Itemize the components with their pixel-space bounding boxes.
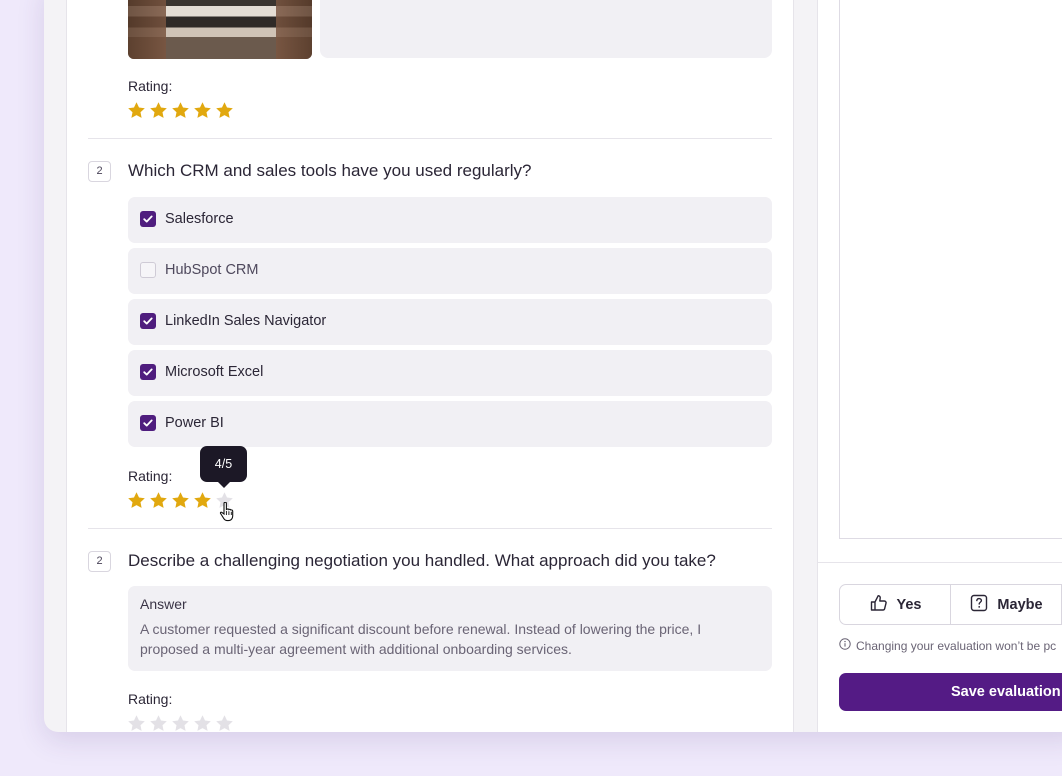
star-empty-icon[interactable] [171,714,190,732]
option-label: HubSpot CRM [165,262,259,278]
vote-yes-label: Yes [896,596,922,613]
option-label: Salesforce [165,211,234,227]
option-microsoft-excel[interactable]: Microsoft Excel [128,350,772,396]
star-filled-icon[interactable] [171,491,190,510]
star-empty-icon[interactable] [149,714,168,732]
photo-side-panel [320,0,772,58]
star-filled-icon[interactable] [149,101,168,120]
vote-yes-button[interactable]: Yes [840,585,951,624]
star-empty-icon[interactable] [127,714,146,732]
star-empty-icon[interactable] [193,714,212,732]
star-filled-icon[interactable] [193,101,212,120]
q2-rating-label: Rating: [128,468,173,484]
q1-rating-label: Rating: [128,78,173,94]
answer-text: A customer requested a significant disco… [140,621,702,657]
option-label: Microsoft Excel [165,364,264,380]
option-label: LinkedIn Sales Navigator [165,313,327,329]
star-filled-icon[interactable] [127,491,146,510]
checkbox-unchecked[interactable] [140,262,156,278]
q3-rating-label: Rating: [128,691,173,707]
answer-photo [128,0,312,59]
option-salesforce[interactable]: Salesforce [128,197,772,243]
check-icon [143,368,153,376]
star-filled-icon[interactable] [149,491,168,510]
divider [88,138,772,139]
divider [818,562,1062,563]
check-icon [143,317,153,325]
star-filled-icon[interactable] [215,101,234,120]
question-text: Describe a challenging negotiation you h… [128,551,716,570]
rating-tooltip: 4/5 [200,446,247,488]
question-number: 2 [88,551,111,572]
option-label: Power BI [165,415,224,431]
answer-title: Answer [140,596,187,612]
option-power-bi[interactable]: Power BI [128,401,772,447]
checkbox-checked[interactable] [140,313,156,329]
info-icon [839,638,851,653]
check-icon [143,419,153,427]
q2-rating-stars[interactable] [127,491,234,510]
checkbox-checked[interactable] [140,364,156,380]
option-linkedin-sales-navigator[interactable]: LinkedIn Sales Navigator [128,299,772,345]
star-filled-icon[interactable] [171,101,190,120]
q3-rating-stars[interactable] [127,714,234,732]
q1-rating-stars[interactable] [127,101,234,120]
star-empty-icon[interactable] [215,714,234,732]
question-square-icon [969,593,989,617]
vote-maybe-label: Maybe [997,596,1043,613]
checkbox-checked[interactable] [140,415,156,431]
notes-area[interactable] [839,0,1062,539]
star-filled-icon[interactable] [193,491,212,510]
hand-cursor-icon [219,501,235,522]
option-hubspot-crm[interactable]: HubSpot CRM [128,248,772,294]
divider [88,528,772,529]
check-icon [143,215,153,223]
answer-box: Answer A customer requested a significan… [128,586,772,671]
vote-maybe-button[interactable]: Maybe [951,585,1062,624]
question-text: Which CRM and sales tools have you used … [128,161,532,180]
save-evaluation-button[interactable]: Save evaluation [839,673,1062,711]
vote-group: Yes Maybe [839,584,1062,625]
app-window: Rating: 2 Which CRM and sales tools have… [44,0,1062,732]
checkbox-checked[interactable] [140,211,156,227]
hint-text: Changing your evaluation won’t be pc [856,638,1057,653]
evaluation-hint: Changing your evaluation won’t be pc [839,638,1056,653]
question-number: 2 [88,161,111,182]
star-filled-icon[interactable] [127,101,146,120]
questionnaire-panel: Rating: 2 Which CRM and sales tools have… [66,0,794,732]
evaluation-sidebar: Yes Maybe Changing your evaluation won’t… [817,0,1062,732]
thumbs-up-icon [869,593,889,617]
